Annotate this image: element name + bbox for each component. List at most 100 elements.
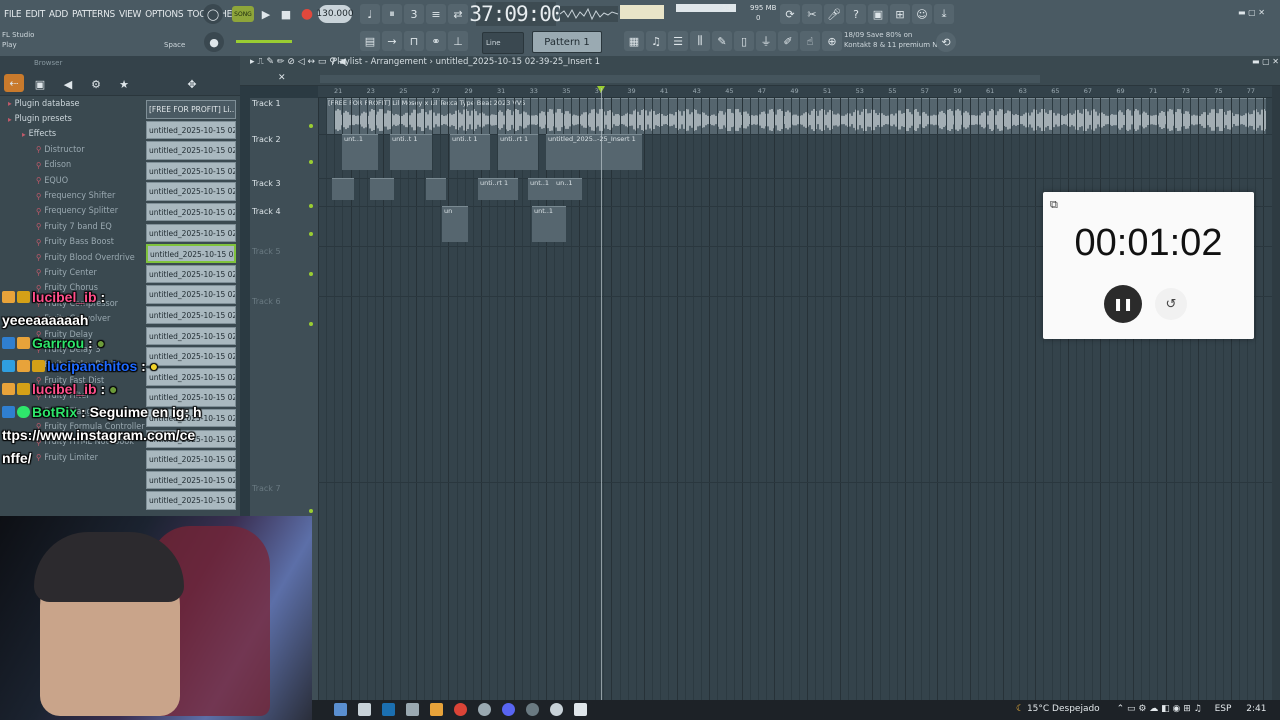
track-mute-led[interactable] <box>309 272 313 276</box>
pattern-item[interactable]: [FREE FOR PROFIT] Li.. <box>146 100 236 119</box>
menu-patterns[interactable]: PATTERNS <box>72 9 115 20</box>
stamp-icon[interactable]: ⊥ <box>448 31 468 51</box>
piano-roll-icon[interactable]: ♫ <box>646 31 666 51</box>
close-icon[interactable]: ✕ <box>278 73 286 83</box>
plugin-picker-icon[interactable]: ✎ <box>712 31 732 51</box>
track-mute-led[interactable] <box>309 232 313 236</box>
stop-button[interactable]: ■ <box>276 4 296 24</box>
app-icon-3[interactable] <box>574 703 587 716</box>
chat-icon[interactable]: ☺ <box>912 4 932 24</box>
microphone-icon[interactable]: 🎤︎ <box>824 4 844 24</box>
wait-icon[interactable]: ⏸ <box>382 4 402 24</box>
track-mute-led[interactable] <box>309 322 313 326</box>
browser-item[interactable]: ⚲ Frequency Splitter <box>0 204 142 219</box>
browser-item[interactable]: ▸ Effects <box>0 127 142 142</box>
pattern-item[interactable]: untitled_2025-10-15 02-.. <box>146 161 236 181</box>
project-icon[interactable]: ▯ <box>734 31 754 51</box>
vertical-scrollbar[interactable] <box>1272 86 1280 702</box>
track-label[interactable]: Track 5 <box>252 247 281 256</box>
browser-item[interactable]: ⚲ Distructor <box>0 142 142 157</box>
browser-item[interactable]: ⚲ Frequency Shifter <box>0 188 142 203</box>
star-icon[interactable]: ★ <box>114 74 134 94</box>
notepad-icon[interactable] <box>358 703 371 716</box>
step-edit-icon[interactable]: ≡ <box>426 4 446 24</box>
pattern-item[interactable]: untitled_2025-10-15 02-.. <box>146 264 236 284</box>
pattern-clip[interactable]: unti..t 1 <box>390 134 432 170</box>
tools-icon[interactable]: ✂ <box>802 4 822 24</box>
pause-button[interactable]: ❚❚ <box>1104 285 1142 323</box>
menu-add[interactable]: ADD <box>49 9 68 20</box>
browser-item[interactable]: ⚲ Fruity Blood Overdrive <box>0 250 142 265</box>
window-controls[interactable]: ▬ ▢ ✕ <box>1238 8 1265 17</box>
pattern-clip[interactable]: unt..1 <box>528 178 556 200</box>
master-volume-knob[interactable]: ● <box>204 32 224 52</box>
pattern-clip[interactable]: unti..rt 1 <box>478 178 518 200</box>
snap-select[interactable]: Line <box>482 32 524 54</box>
language-indicator[interactable]: ESP <box>1215 704 1232 714</box>
speaker-icon[interactable]: ◀ <box>58 74 78 94</box>
folder-icon[interactable]: ▣ <box>30 74 50 94</box>
app-icon-2[interactable] <box>526 703 539 716</box>
song-position-display[interactable]: 37:09:00 <box>469 2 564 26</box>
playlist-window-controls[interactable]: ▬ ▢ ✕ <box>1252 57 1279 66</box>
menu-edit[interactable]: EDIT <box>25 9 45 20</box>
touch-icon[interactable]: ☝ <box>800 31 820 51</box>
pattern-item[interactable]: untitled_2025-10-15 02-.. <box>146 223 236 243</box>
record-button[interactable]: ● <box>297 4 317 24</box>
mixer-icon[interactable]: ⊞ <box>890 4 910 24</box>
mixer-view-icon[interactable]: ⫼ <box>690 31 710 51</box>
app-icon[interactable] <box>406 703 419 716</box>
countdown-icon[interactable]: 3 <box>404 4 424 24</box>
move-icon[interactable]: ✥ <box>182 74 202 94</box>
browser-item[interactable]: ⚲ Edison <box>0 158 142 173</box>
pattern-selector[interactable]: Pattern 1 <box>532 31 602 53</box>
compact-overlay-icon[interactable]: ⧉ <box>1050 198 1058 212</box>
pattern-clip[interactable] <box>370 178 394 200</box>
weather-text[interactable]: 15°C Despejado <box>1027 704 1100 714</box>
news-panel[interactable]: 18/09 Save 80% on Kontakt 8 & 11 premium… <box>844 30 942 50</box>
track-label[interactable]: Track 7 <box>252 484 281 493</box>
plugin-icon[interactable]: ⚙ <box>86 74 106 94</box>
song-mode-toggle[interactable]: SONG <box>232 6 254 22</box>
track-mute-led[interactable] <box>309 124 313 128</box>
tempo-field[interactable]: 130.000 <box>316 5 354 23</box>
browser-item[interactable]: ⚲ Fruity Center <box>0 265 142 280</box>
menu-options[interactable]: OPTIONS <box>145 9 183 20</box>
pattern-clip[interactable] <box>426 178 446 200</box>
help-icon[interactable]: ? <box>846 4 866 24</box>
steam-icon[interactable] <box>382 703 395 716</box>
reset-button[interactable]: ↺ <box>1155 288 1187 320</box>
pattern-clip[interactable]: untitled_2025..-25_Insert 1 <box>546 134 642 170</box>
fl-studio-icon[interactable] <box>430 703 443 716</box>
file-explorer-icon[interactable] <box>334 703 347 716</box>
loop-record-icon[interactable]: ◯ <box>203 4 223 24</box>
discord-icon[interactable] <box>502 703 515 716</box>
link-icon[interactable]: ⚭ <box>426 31 446 51</box>
blend-icon[interactable]: ⇄ <box>448 4 468 24</box>
browser-item[interactable]: ▸ Plugin presets <box>0 111 142 126</box>
track-mute-led[interactable] <box>309 160 313 164</box>
track-mute-led[interactable] <box>309 509 313 513</box>
pattern-clip[interactable]: un <box>442 206 468 242</box>
browser-item[interactable]: ▸ Plugin database <box>0 96 142 111</box>
arrow-icon[interactable]: → <box>382 31 402 51</box>
tempo-tap-icon[interactable]: ⊕ <box>822 31 842 51</box>
track-label[interactable]: Track 2 <box>252 135 281 144</box>
plug-icon[interactable]: ⏚ <box>756 31 776 51</box>
menu-view[interactable]: VIEW <box>119 9 141 20</box>
settings-icon[interactable] <box>478 703 491 716</box>
pattern-item[interactable]: untitled_2025-10-15 02-.. <box>146 491 236 510</box>
obs-icon[interactable] <box>550 703 563 716</box>
channel-rack-icon[interactable]: ▦ <box>624 31 644 51</box>
track-label[interactable]: Track 3 <box>252 179 281 188</box>
news-refresh-icon[interactable]: ⟲ <box>936 32 956 52</box>
pattern-item[interactable]: untitled_2025-10-15 02-.. <box>146 470 236 490</box>
browser-back-icon[interactable]: ⇠ <box>4 74 24 92</box>
tray-icons[interactable]: ⌃ ▭ ⚙ ☁ ◧ ◉ ⊞ ♫ <box>1117 704 1202 714</box>
track-mute-led[interactable] <box>309 204 313 208</box>
timeline-ruler[interactable]: 21 23 25 27 29 31 33 35 37 39 41 43 45 47 49 51 53 55 57 59… <box>318 86 1272 98</box>
playlist-icon[interactable]: ▤ <box>360 31 380 51</box>
playlist-overview[interactable] <box>320 75 1040 83</box>
metronome-icon[interactable]: ♩ <box>360 4 380 24</box>
pattern-clip[interactable]: unti..rt 1 <box>498 134 538 170</box>
